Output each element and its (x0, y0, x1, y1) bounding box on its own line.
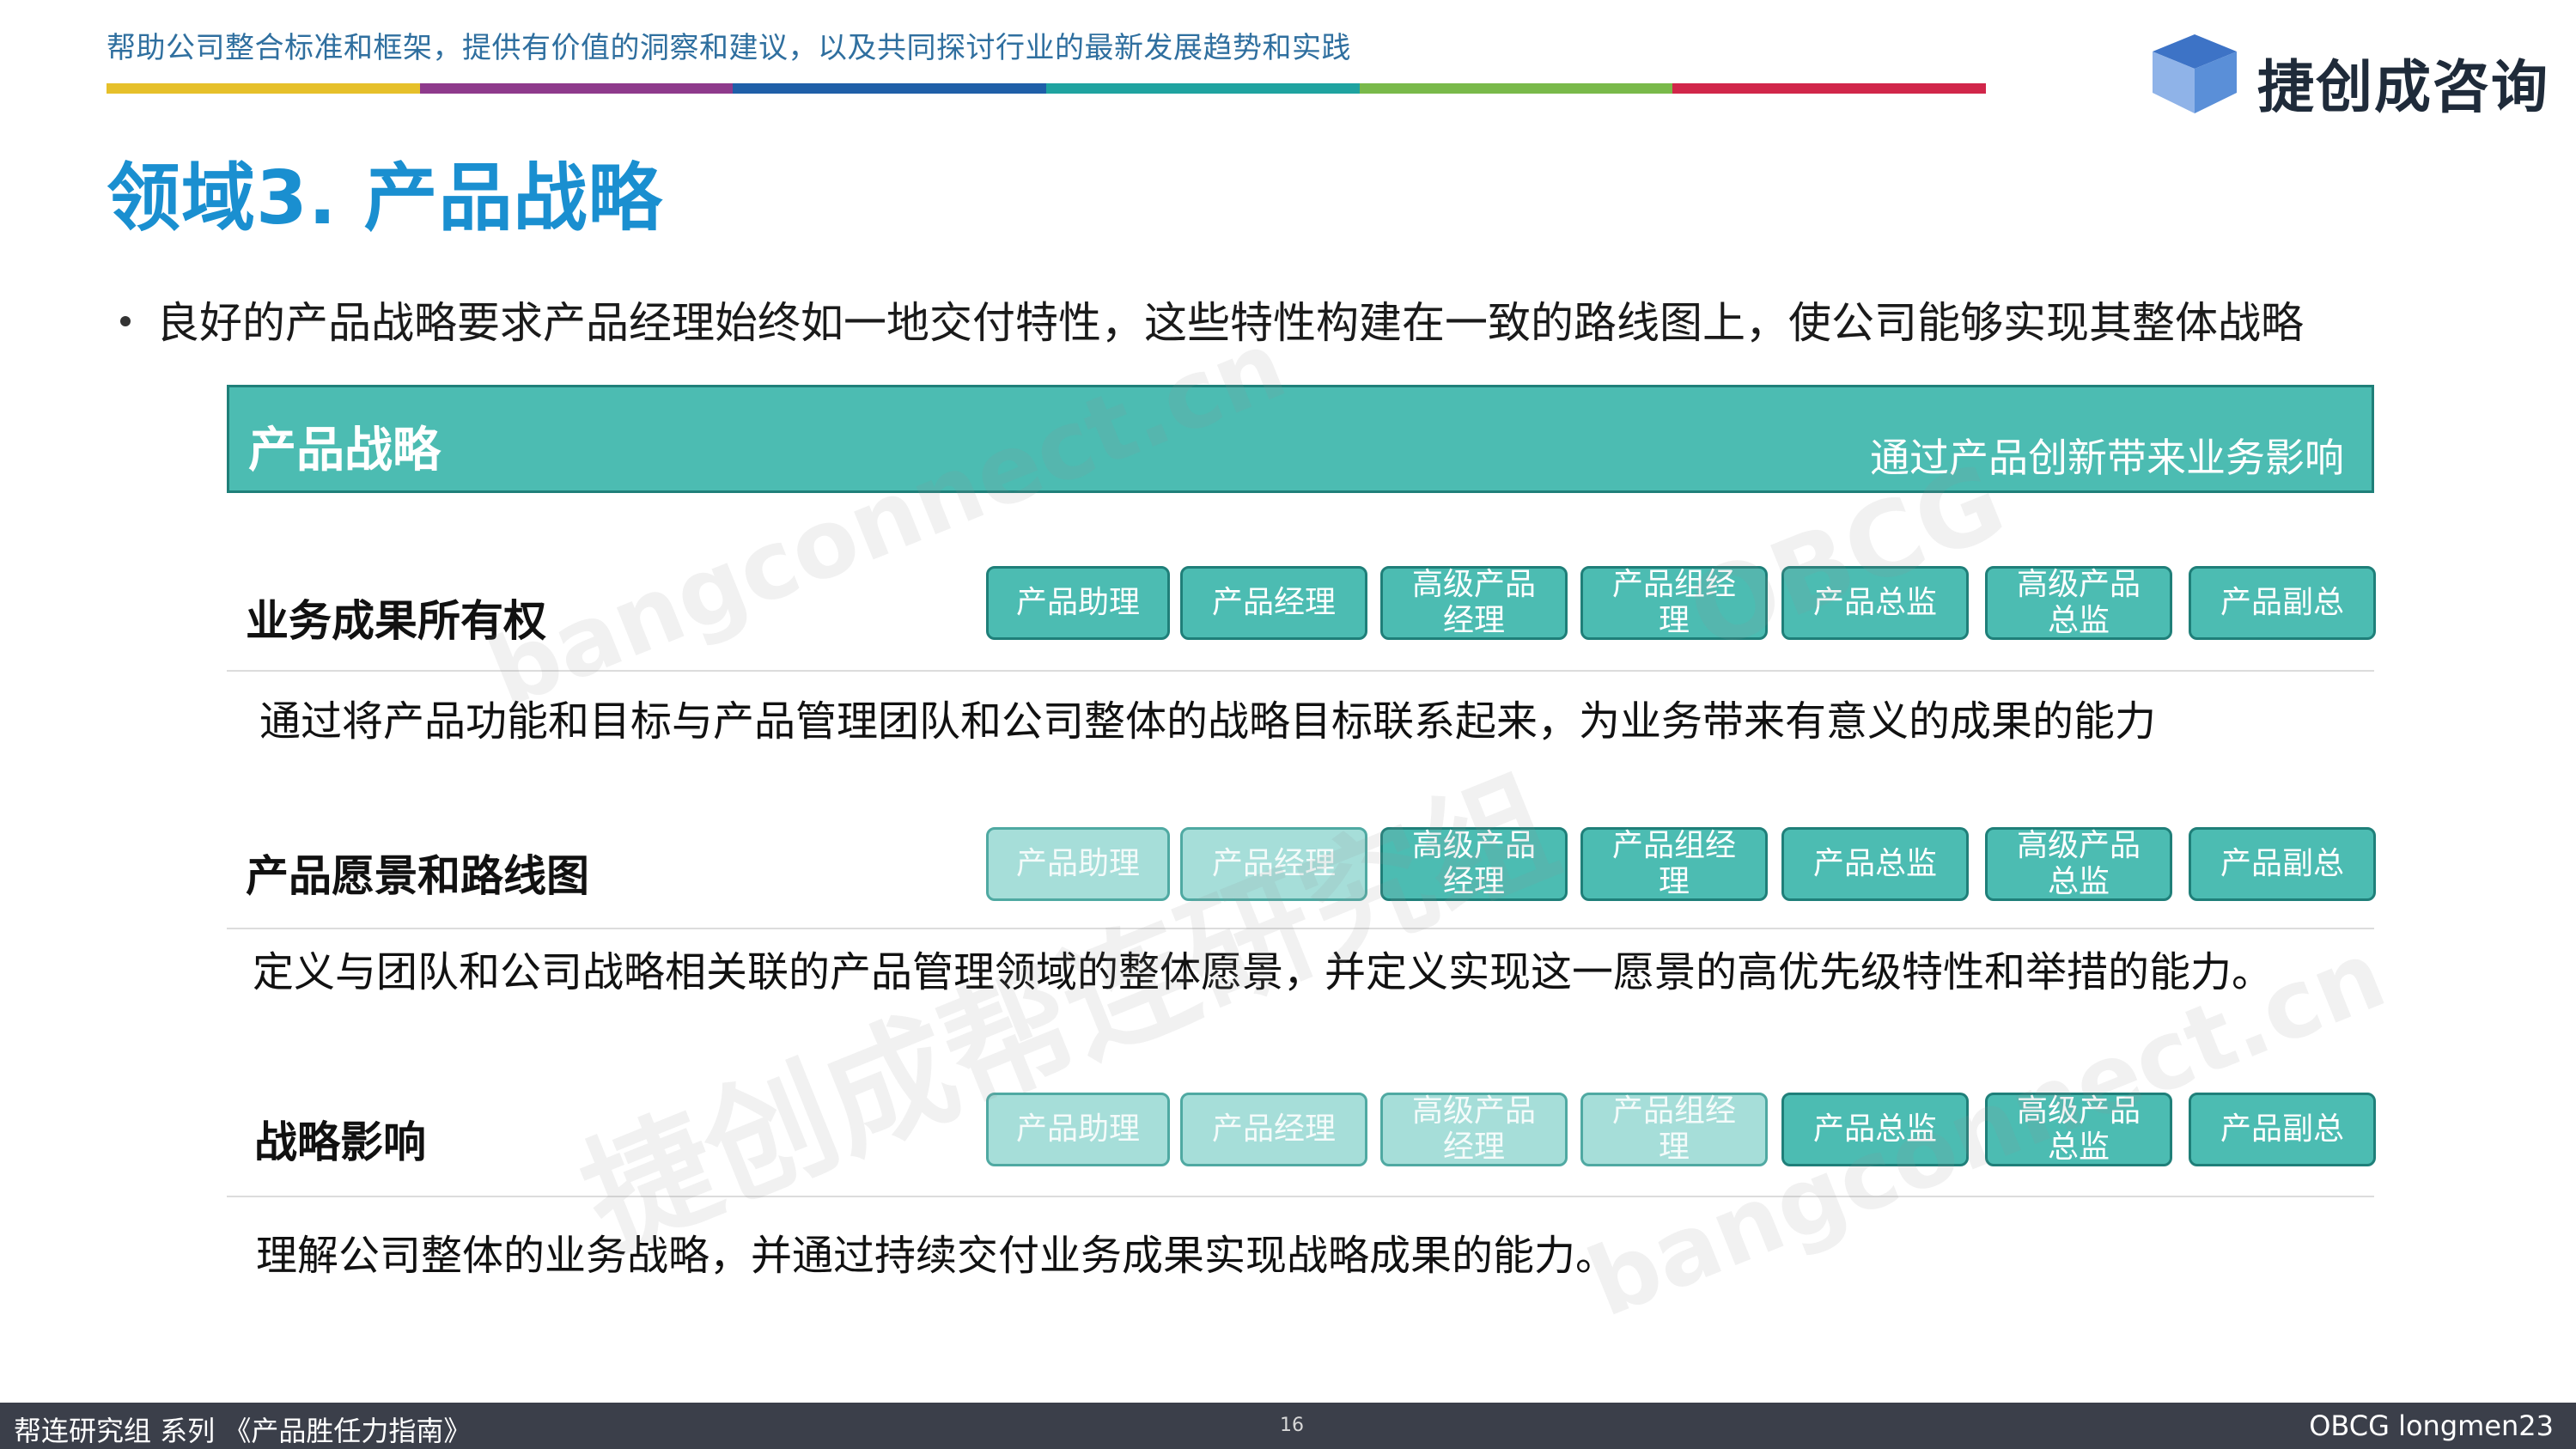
level-row-strategic-impact: 产品助理 产品经理 高级产品 经理 产品组经理产品总监 高级产品 总监 产品副总 (986, 1093, 2376, 1170)
color-bar-segment (1359, 83, 1673, 94)
intro-bullet: 良好的产品战略要求产品经理始终如一地交付特性，这些特性构建在一致的路线图上，使公… (120, 289, 2304, 350)
section-desc-strategic-impact: 理解公司整体的业务战略，并通过持续交付业务成果实现战略成果的能力。 (256, 1232, 1617, 1280)
level-chip[interactable]: 产品助理 (986, 827, 1170, 901)
color-bar-segment (1046, 83, 1360, 94)
section-desc-vision-roadmap: 定义与团队和公司战略相关联的产品管理领域的整体愿景，并定义实现这一愿景的高优先级… (253, 948, 2274, 996)
header-color-bar (107, 83, 1987, 94)
level-chip[interactable]: 产品副总 (2189, 566, 2376, 640)
level-chip[interactable]: 高级产品 总监 (1985, 1093, 2172, 1166)
section-title-strategic-impact: 战略影响 (254, 1117, 426, 1167)
section-title-vision-roadmap: 产品愿景和路线图 (246, 851, 589, 901)
bullet-dot-icon (120, 315, 131, 326)
page-title: 领域3. 产品战略 (107, 155, 663, 241)
section-desc-business-outcome: 通过将产品功能和目标与产品管理团队和公司整体的战略目标联系起来，为业务带来有意义… (259, 697, 2157, 746)
company-logo: 捷创成咨询 (2147, 31, 2548, 120)
level-chip[interactable]: 产品总监 (1781, 1093, 1969, 1166)
level-chip[interactable]: 高级产品 总监 (1985, 566, 2172, 640)
section-divider (227, 928, 2374, 929)
level-chip[interactable]: 产品经理 (1180, 1093, 1367, 1166)
level-chip[interactable]: 产品组经理 (1580, 827, 1768, 901)
level-chip[interactable]: 高级产品 经理 (1380, 1093, 1568, 1166)
level-chip[interactable]: 产品助理 (986, 1093, 1170, 1166)
footer-brand: OBCG longmen23 (2309, 1409, 2554, 1442)
level-chip[interactable]: 产品总监 (1781, 827, 1969, 901)
color-bar-segment (107, 83, 420, 94)
section-divider (227, 670, 2374, 672)
cube-logo-icon (2153, 34, 2237, 113)
color-bar-segment (419, 83, 734, 94)
level-chip[interactable]: 高级产品 经理 (1380, 827, 1568, 901)
band-title: 产品战略 (248, 423, 441, 478)
level-chip[interactable]: 产品副总 (2189, 1093, 2376, 1166)
strategy-header-band: 产品战略 通过产品创新带来业务影响 (227, 385, 2374, 493)
watermark-chinese: 捷创成帮连研究组 (563, 752, 1575, 1277)
level-chip[interactable]: 高级产品 总监 (1985, 827, 2172, 901)
level-chip[interactable]: 产品副总 (2189, 827, 2376, 901)
level-row-vision-roadmap: 产品助理 产品经理 高级产品 经理 产品组经理产品总监 高级产品 总监 产品副总 (986, 827, 2376, 904)
level-chip[interactable]: 产品经理 (1180, 566, 1367, 640)
level-chip[interactable]: 产品助理 (986, 566, 1170, 640)
section-title-business-outcome: 业务成果所有权 (246, 596, 546, 646)
watermark-url: bangconnect.cn (473, 309, 1300, 728)
logo-text: 捷创成咨询 (2257, 54, 2549, 120)
section-divider (227, 1196, 2374, 1197)
page-number: 16 (1280, 1415, 1304, 1436)
level-chip[interactable]: 产品组经理 (1580, 566, 1768, 640)
footer-bar: 帮连研究组 系列 《产品胜任力指南》 16 OBCG longmen23 (0, 1403, 2576, 1449)
band-subtitle: 通过产品创新带来业务影响 (1870, 435, 2344, 481)
level-chip[interactable]: 产品经理 (1180, 827, 1367, 901)
color-bar-segment (1672, 83, 1987, 94)
level-chip[interactable]: 高级产品 经理 (1380, 566, 1568, 640)
level-chip[interactable]: 产品组经理 (1580, 1093, 1768, 1166)
color-bar-segment (733, 83, 1047, 94)
level-row-business-outcome: 产品助理 产品经理 高级产品 经理 产品组经理产品总监 高级产品 总监 产品副总 (986, 566, 2376, 643)
level-chip[interactable]: 产品总监 (1781, 566, 1969, 640)
footer-series: 帮连研究组 系列 《产品胜任力指南》 (14, 1415, 472, 1447)
header-tagline: 帮助公司整合标准和框架，提供有价值的洞察和建议，以及共同探讨行业的最新发展趋势和… (107, 31, 1351, 65)
intro-text: 良好的产品战略要求产品经理始终如一地交付特性，这些特性构建在一致的路线图上，使公… (156, 298, 2304, 348)
